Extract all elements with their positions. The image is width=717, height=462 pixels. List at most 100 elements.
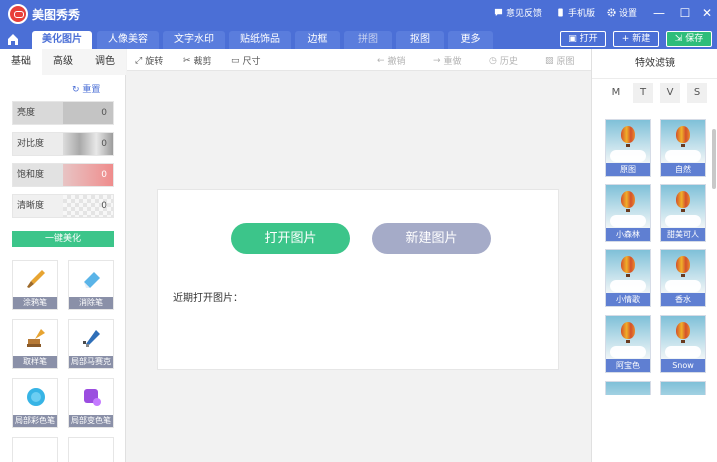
eraser-icon (84, 272, 100, 288)
adjust-panel: 基础 高级 调色 ↻ 重置 亮度 0 对比度 0 饱和度 0 清晰度 0 一键美… (0, 49, 126, 462)
more-tool[interactable] (68, 437, 114, 462)
tab-collage[interactable]: 拼图 (344, 31, 392, 49)
feedback-link[interactable]: 意见反馈 (494, 6, 542, 19)
more-tool[interactable] (12, 437, 58, 462)
size-label: 尺寸 (242, 57, 261, 67)
tab-stickers[interactable]: 贴纸饰品 (229, 31, 291, 49)
filter-thumb[interactable]: Snow (660, 315, 706, 373)
new-image-button[interactable]: 新建图片 (372, 223, 491, 254)
filter-thumb[interactable]: 原图 (605, 119, 651, 177)
recolor-pen-tool[interactable]: 局部变色笔 (68, 378, 114, 428)
edit-toolbar: ⤢ 旋转 ✂ 裁剪 ▭ 尺寸 ← 撤销 → 重做 ◷ 历史 ▨ 原图 (127, 49, 591, 71)
undo-button[interactable]: ← 撤销 (377, 54, 406, 68)
contrast-slider[interactable]: 对比度 0 (12, 132, 114, 156)
feedback-label: 意见反馈 (506, 9, 543, 19)
mosaic-tool[interactable]: 局部马赛克 (68, 319, 114, 369)
doodle-pen-tool[interactable]: 涂鸦笔 (12, 260, 58, 310)
export-icon: ⇲ (674, 34, 686, 44)
filter-thumb[interactable] (660, 381, 706, 395)
subtab-basic[interactable]: 基础 (0, 49, 42, 75)
chat-icon (494, 8, 503, 17)
brightness-slider[interactable]: 亮度 0 (12, 101, 114, 125)
crop-button[interactable]: ✂ 裁剪 (183, 54, 212, 68)
tab-frames[interactable]: 边框 (295, 31, 340, 49)
tab-more[interactable]: 更多 (448, 31, 493, 49)
mobile-link[interactable]: 手机版 (556, 6, 595, 19)
filter-category-m[interactable]: M (606, 83, 626, 103)
open-image-button[interactable]: 打开图片 (231, 223, 350, 254)
one-key-beautify-button[interactable]: 一键美化 (12, 231, 114, 247)
brightness-label: 亮度 (13, 102, 63, 124)
undo-label: 撤销 (387, 57, 406, 67)
crop-label: 裁剪 (193, 57, 212, 67)
arrow-right-icon: → (433, 55, 441, 66)
filter-category-t[interactable]: T (633, 83, 653, 103)
balloon-photo (661, 250, 705, 294)
filter-label: 小森林 (606, 228, 650, 241)
filter-thumb[interactable]: 小情歌 (605, 249, 651, 307)
subtab-tone[interactable]: 调色 (84, 49, 126, 75)
sharpness-slider[interactable]: 清晰度 0 (12, 194, 114, 218)
new-button[interactable]: + 新建 (613, 31, 659, 47)
home-icon[interactable] (4, 31, 22, 47)
history-button[interactable]: ◷ 历史 (489, 54, 518, 68)
balloon-photo (606, 120, 650, 164)
filter-category-s[interactable]: S (687, 83, 707, 103)
maximize-button[interactable]: ☐ (676, 4, 694, 22)
rotate-icon: ⤢ (135, 55, 143, 66)
original-button[interactable]: ▨ 原图 (545, 54, 575, 68)
color-pen-tool[interactable]: 局部彩色笔 (12, 378, 58, 428)
new-label: 新建 (632, 34, 651, 44)
filter-label: Snow (661, 359, 705, 372)
tool-label: 涂鸦笔 (13, 297, 57, 309)
balloon-photo (661, 120, 705, 164)
gear-icon (607, 8, 616, 17)
eraser-pen-tool[interactable]: 消除笔 (68, 260, 114, 310)
sample-pen-tool[interactable]: 取样笔 (12, 319, 58, 369)
tool-label: 消除笔 (69, 297, 113, 309)
filter-thumb[interactable]: 小森林 (605, 184, 651, 242)
reset-button[interactable]: ↻ 重置 (72, 82, 100, 95)
settings-link[interactable]: 设置 (607, 6, 637, 19)
filter-label: 自然 (661, 163, 705, 176)
phone-icon (558, 8, 563, 17)
size-button[interactable]: ▭ 尺寸 (231, 54, 261, 68)
close-button[interactable]: ✕ (698, 4, 716, 22)
refresh-icon: ↻ (72, 85, 83, 95)
tab-portrait[interactable]: 人像美容 (97, 31, 159, 49)
filter-thumb[interactable]: 自然 (660, 119, 706, 177)
stamp-icon (27, 329, 45, 347)
clock-icon: ◷ (489, 55, 497, 66)
balloon-photo (661, 185, 705, 229)
filter-thumb[interactable]: 香水 (660, 249, 706, 307)
rotate-button[interactable]: ⤢ 旋转 (135, 54, 163, 68)
tool-label: 局部马赛克 (69, 356, 113, 368)
tab-beautify[interactable]: 美化图片 (32, 31, 92, 49)
filter-category-v[interactable]: V (660, 83, 680, 103)
arrow-left-icon: ← (377, 55, 385, 66)
filter-scrollbar[interactable] (712, 129, 716, 189)
balloon-photo (661, 316, 705, 360)
redo-button[interactable]: → 重做 (433, 54, 462, 68)
brightness-value: 0 (101, 108, 107, 118)
tab-cutout[interactable]: 抠图 (396, 31, 444, 49)
scissors-icon: ✂ (183, 55, 191, 66)
saturation-slider[interactable]: 饱和度 0 (12, 163, 114, 187)
image-icon: ▣ (568, 34, 580, 44)
start-card: 打开图片 新建图片 近期打开图片： (157, 189, 559, 370)
open-button[interactable]: ▣ 打开 (560, 31, 606, 47)
recent-files-label: 近期打开图片： (173, 293, 243, 304)
subtab-advanced[interactable]: 高级 (42, 49, 84, 75)
reset-label: 重置 (82, 85, 101, 95)
minimize-button[interactable]: — (650, 4, 668, 22)
save-button[interactable]: ⇲ 保存 (666, 31, 712, 47)
filter-thumb[interactable]: 甜美可人 (660, 184, 706, 242)
filter-thumb[interactable] (605, 381, 651, 395)
balloon-photo (661, 382, 705, 395)
filter-label: 小情歌 (606, 293, 650, 306)
sharpness-value: 0 (101, 201, 107, 211)
color-splash-icon (27, 388, 45, 406)
filter-thumb[interactable]: 阿宝色 (605, 315, 651, 373)
filter-panel-title: 特效滤镜 (592, 49, 717, 79)
tab-text-watermark[interactable]: 文字水印 (163, 31, 225, 49)
